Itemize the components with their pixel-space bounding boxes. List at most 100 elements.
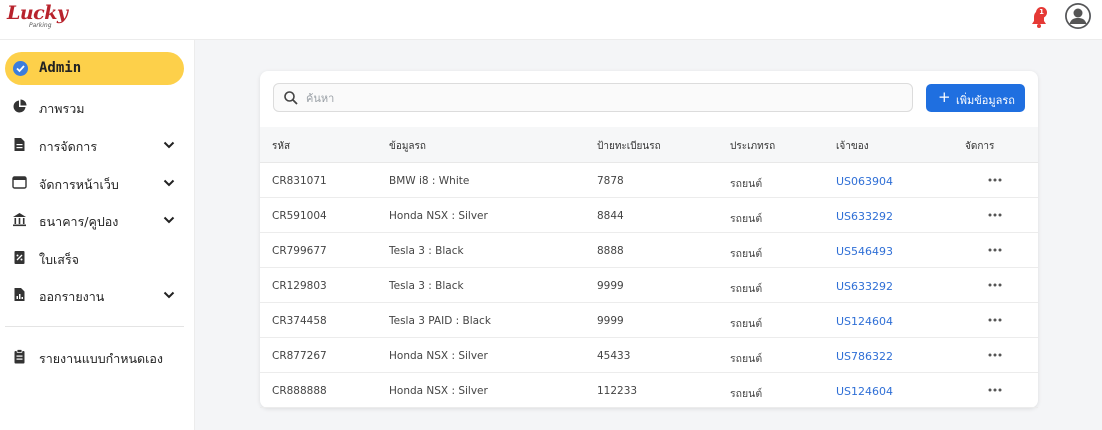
chevron-down-icon [163,141,175,149]
sidebar-item-label: ธนาคาร/คูปอง [39,214,119,229]
cell-id: CR799677 [272,245,327,257]
chevron-down-icon [163,291,175,299]
logo-text: Lucky [7,2,68,24]
cell-id: CR831071 [272,175,327,187]
sidebar: Admin ภาพรวม การจัดการ จัดการหน้าเว็บ ธน… [0,40,195,430]
more-options-icon[interactable] [988,388,1002,392]
cell-plate: 9999 [597,280,624,292]
plus-icon: + [938,88,951,106]
cell-id: CR888888 [272,385,327,397]
sidebar-item-reports[interactable]: ออกรายงาน [0,280,195,310]
notification-badge: 1 [1036,7,1047,18]
more-options-icon[interactable] [988,248,1002,252]
cell-plate: 8888 [597,245,624,257]
cell-owner-link[interactable]: US124604 [836,385,893,398]
cell-vehicle-info: Tesla 3 PAID : Black [389,315,491,327]
table-row[interactable]: CR831071 BMW i8 : White 7878 รถยนต์ US063904 [260,163,1038,198]
search-icon [284,91,298,105]
lucky-parking-logo[interactable]: Lucky Parking [7,2,68,31]
table-row[interactable]: CR799677 Tesla 3 : Black 8888 รถยนต์ US54649… [260,233,1038,268]
search-input[interactable] [306,88,896,108]
receipt-icon [14,251,25,264]
sidebar-item-label: รายงานแบบกำหนดเอง [39,351,164,366]
table-row[interactable]: CR591004 Honda NSX : Silver 8844 รถยนต์ US63… [260,198,1038,233]
document-icon [14,138,25,151]
cell-vehicle-info: Tesla 3 : Black [389,280,464,292]
table-row[interactable]: CR129803 Tesla 3 : Black 9999 รถยนต์ US63329… [260,268,1038,303]
sidebar-item-receipt[interactable]: ใบเสร็จ [0,243,195,273]
cell-owner-link[interactable]: US063904 [836,175,893,188]
sidebar-item-label: การจัดการ [39,139,98,154]
check-circle-icon [13,61,28,76]
cell-type: รถยนต์ [730,353,763,365]
top-bar: Lucky Parking 1 [0,0,1102,40]
cell-plate: 7878 [597,175,624,187]
notification-button[interactable]: 1 [1028,7,1050,30]
logo-subtext: Parking [29,22,52,29]
cell-id: CR877267 [272,350,327,362]
user-icon [1065,3,1091,29]
table-header: รหัส ข้อมูลรถ ป้ายทะเบียนรถ ประเภทรถ เจ้… [260,127,1038,163]
sidebar-item-label: ภาพรวม [39,101,85,116]
sidebar-item-web-pages[interactable]: จัดการหน้าเว็บ [0,168,195,198]
sidebar-item-label: ออกรายงาน [39,289,105,304]
sidebar-item-custom-report[interactable]: รายงานแบบกำหนดเอง [0,342,195,372]
more-options-icon[interactable] [988,318,1002,322]
table-row[interactable]: CR888888 Honda NSX : Silver 112233 รถยนต์ US… [260,373,1038,408]
cell-vehicle-info: Honda NSX : Silver [389,350,488,362]
sidebar-divider [5,326,184,327]
cell-owner-link[interactable]: US546493 [836,245,893,258]
cell-id: CR591004 [272,210,327,222]
cell-vehicle-info: Honda NSX : Silver [389,385,488,397]
add-vehicle-button[interactable]: + เพิ่มข้อมูลรถ [926,84,1025,112]
cell-id: CR129803 [272,280,327,292]
column-header-type[interactable]: ประเภทรถ [730,139,775,154]
sidebar-item-label: ใบเสร็จ [39,252,79,267]
cell-owner-link[interactable]: US124604 [836,315,893,328]
more-options-icon[interactable] [988,213,1002,217]
chevron-down-icon [163,216,175,224]
sidebar-item-admin[interactable]: Admin [5,52,184,85]
cell-plate: 112233 [597,385,638,397]
cell-plate: 8844 [597,210,624,222]
vehicle-table-card: + เพิ่มข้อมูลรถ รหัส ข้อมูลรถ ป้ายทะเบีย… [260,71,1038,408]
column-header-plate[interactable]: ป้ายทะเบียนรถ [597,139,661,154]
cell-type: รถยนต์ [730,248,763,260]
column-header-owner[interactable]: เจ้าของ [836,139,869,154]
user-avatar[interactable] [1065,3,1091,29]
cell-type: รถยนต์ [730,283,763,295]
column-header-actions: จัดการ [965,141,995,152]
cell-vehicle-info: BMW i8 : White [389,175,470,187]
table-row[interactable]: CR877267 Honda NSX : Silver 45433 รถยนต์ US7… [260,338,1038,373]
bank-icon [13,213,26,227]
sidebar-item-overview[interactable]: ภาพรวม [0,92,195,122]
cell-id: CR374458 [272,315,327,327]
browser-window-icon [12,176,27,189]
cell-owner-link[interactable]: US786322 [836,350,893,363]
cell-type: รถยนต์ [730,318,763,330]
add-vehicle-label: เพิ่มข้อมูลรถ [956,94,1015,107]
sidebar-item-label: จัดการหน้าเว็บ [39,177,119,192]
cell-plate: 45433 [597,350,631,362]
sidebar-item-bank-coupon[interactable]: ธนาคาร/คูปอง [0,205,195,235]
sidebar-item-label: Admin [39,60,82,76]
cell-owner-link[interactable]: US633292 [836,210,893,223]
column-header-vehicle-info[interactable]: ข้อมูลรถ [389,139,426,154]
column-header-id[interactable]: รหัส [272,139,290,154]
chevron-down-icon [163,179,175,187]
cell-vehicle-info: Tesla 3 : Black [389,245,464,257]
table-row[interactable]: CR374458 Tesla 3 PAID : Black 9999 รถยนต์ US… [260,303,1038,338]
sidebar-item-management[interactable]: การจัดการ [0,130,195,160]
cell-owner-link[interactable]: US633292 [836,280,893,293]
search-box [273,83,913,112]
more-options-icon[interactable] [988,178,1002,182]
more-options-icon[interactable] [988,283,1002,287]
cell-type: รถยนต์ [730,178,763,190]
report-icon [14,288,25,301]
clipboard-icon [14,349,25,364]
cell-type: รถยนต์ [730,388,763,400]
cell-type: รถยนต์ [730,213,763,225]
pie-chart-icon [13,99,27,113]
cell-plate: 9999 [597,315,624,327]
more-options-icon[interactable] [988,353,1002,357]
